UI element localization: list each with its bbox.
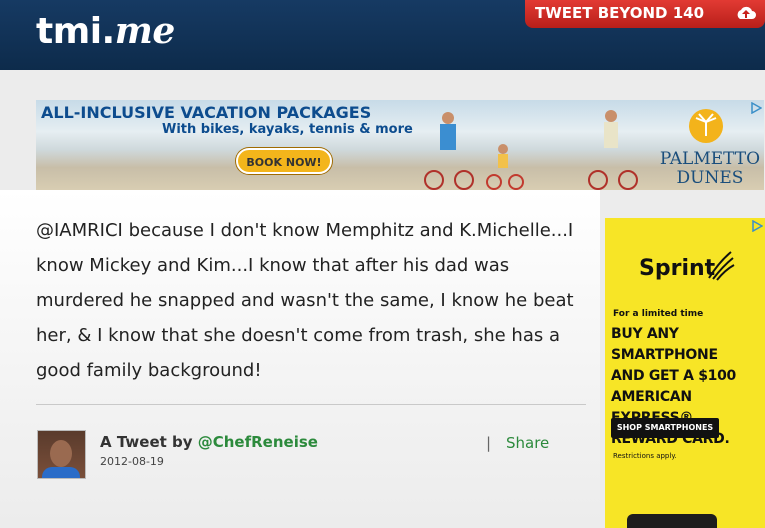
phone-image [627, 514, 717, 528]
avatar-shirt [42, 467, 80, 478]
logo-suffix: me [114, 10, 176, 52]
author-handle-link[interactable]: @ChefReneise [198, 433, 318, 451]
divider [36, 404, 586, 405]
vacation-banner-ad[interactable]: ALL-INCLUSIVE VACATION PACKAGES With bik… [36, 100, 764, 190]
avatar-face [50, 440, 72, 467]
share-separator: | [486, 434, 492, 452]
sprint-swoosh-icon [708, 251, 735, 281]
restrictions-text: Restrictions apply. [613, 452, 677, 460]
logo-main: tmi. [36, 11, 115, 52]
tweet-beyond-button[interactable]: TWEET BEYOND 140 [525, 0, 765, 28]
family-bikes-image [424, 110, 638, 190]
sprint-sidebar-ad[interactable]: Sprint For a limited time BUY ANY SMARTP… [605, 218, 765, 528]
site-logo[interactable]: tmi.me [36, 10, 175, 52]
tweet-text: @IAMRICI because I don't know Memphitz a… [36, 220, 574, 381]
tweet-byline: A Tweet by @ChefReneise [100, 433, 318, 451]
tweet-date: 2012-08-19 [100, 455, 164, 468]
offer-line: BUY ANY SMARTPHONE [611, 326, 718, 363]
banner-headline: ALL-INCLUSIVE VACATION PACKAGES [41, 103, 372, 122]
author-avatar[interactable] [37, 430, 86, 479]
palmetto-dunes-brand: PALMETTO DUNES [656, 150, 764, 188]
shop-smartphones-button[interactable]: SHOP SMARTPHONES [611, 418, 719, 438]
tweet-beyond-label: TWEET BEYOND 140 [535, 4, 705, 22]
site-header: tmi.me TWEET BEYOND 140 [0, 0, 765, 70]
sprint-logo: Sprint [639, 256, 716, 281]
tweet-content-area: @IAMRICI because I don't know Memphitz a… [0, 190, 600, 528]
offer-line: AND GET A $100 [611, 368, 736, 384]
cloud-upload-icon [737, 6, 756, 19]
brand-line-2: DUNES [676, 168, 744, 188]
share-link[interactable]: Share [506, 434, 549, 452]
book-now-button[interactable]: BOOK NOW! [236, 148, 332, 174]
adchoices-icon[interactable] [750, 102, 762, 114]
palmetto-logo-icon [689, 109, 723, 143]
limited-time-label: For a limited time [613, 309, 704, 319]
adchoices-icon[interactable] [751, 220, 763, 232]
brand-line-1: PALMETTO [659, 149, 761, 169]
byline-prefix: A Tweet by [100, 433, 198, 451]
